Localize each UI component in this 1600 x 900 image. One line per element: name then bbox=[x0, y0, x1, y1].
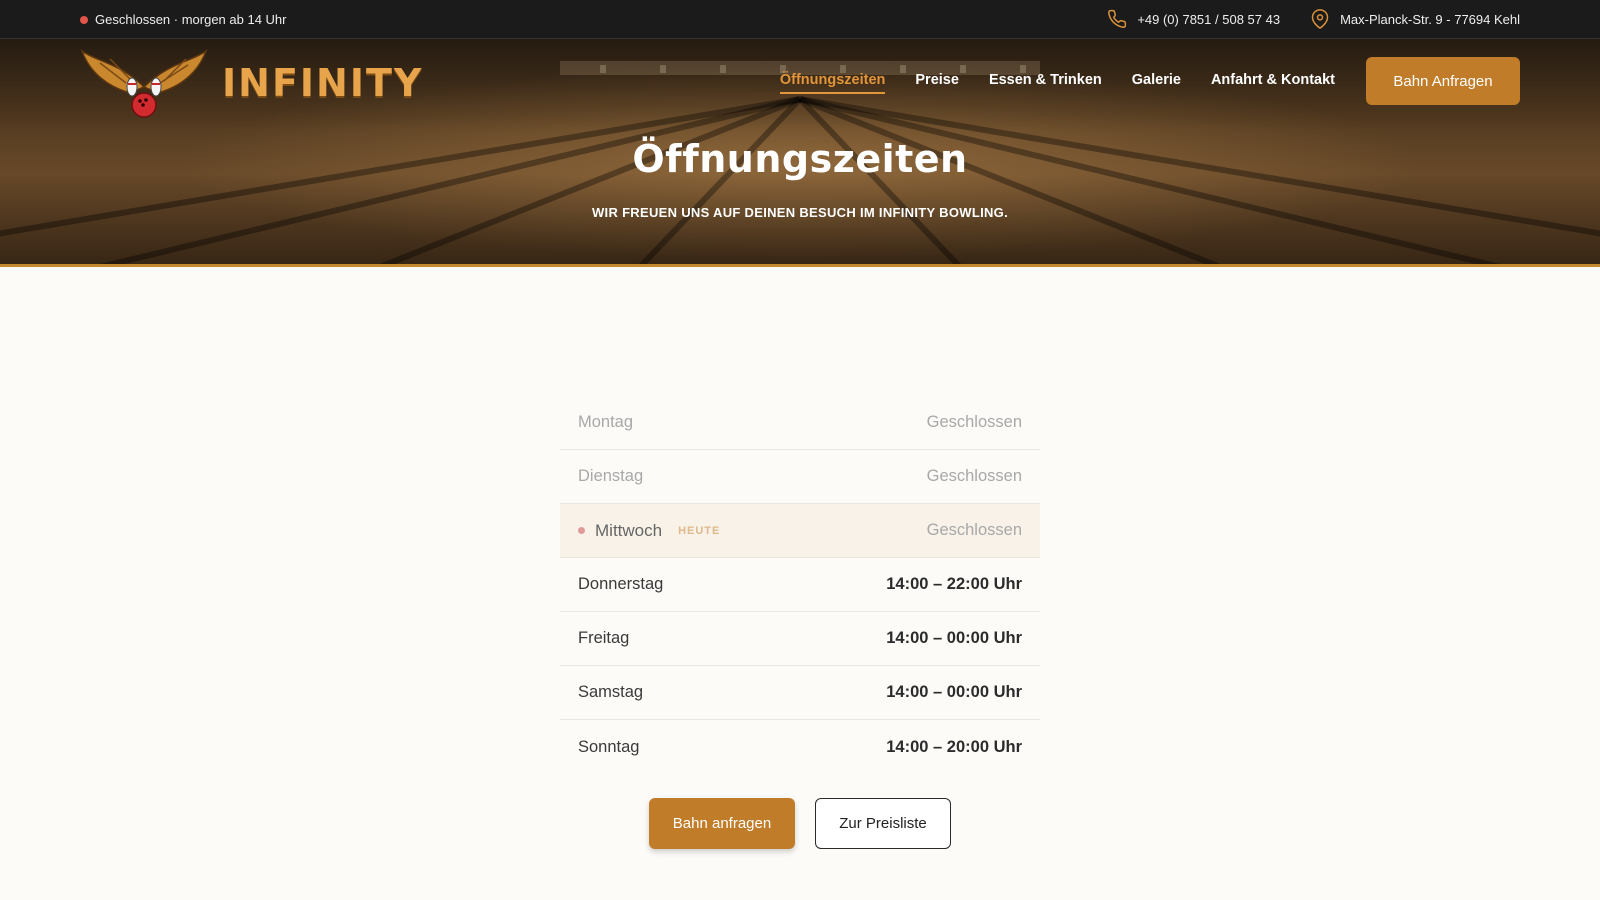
today-badge: HEUTE bbox=[678, 524, 721, 537]
day-label: Donnerstag bbox=[578, 575, 664, 593]
location-pin-icon bbox=[1310, 9, 1330, 29]
contact-info: +49 (0) 7851 / 508 57 43 Max-Planck-Str.… bbox=[1107, 9, 1520, 29]
opening-hours-table: Montag Geschlossen Dienstag Geschlossen … bbox=[560, 396, 1040, 774]
zur-preisliste-button[interactable]: Zur Preisliste bbox=[815, 798, 951, 849]
bowling-wings-logo-icon bbox=[80, 48, 208, 118]
day-label: Samstag bbox=[578, 683, 644, 701]
day-label: Sonntag bbox=[578, 737, 640, 756]
site-logo[interactable]: INFINITY bbox=[80, 43, 421, 121]
nav-item-preise[interactable]: Preise bbox=[915, 72, 959, 94]
address-text: Max-Planck-Str. 9 - 77694 Kehl bbox=[1340, 11, 1520, 27]
hours-value: Geschlossen bbox=[926, 467, 1022, 485]
nav-item-galerie[interactable]: Galerie bbox=[1132, 72, 1181, 94]
bahn-anfragen-button[interactable]: Bahn anfragen bbox=[649, 798, 795, 849]
phone-icon bbox=[1107, 9, 1127, 29]
page-title: Öffnungszeiten bbox=[632, 137, 968, 181]
status-dot-icon bbox=[80, 15, 88, 24]
hours-row-mittwoch-today: Mittwoch HEUTE Geschlossen bbox=[560, 504, 1040, 558]
address-link[interactable]: Max-Planck-Str. 9 - 77694 Kehl bbox=[1310, 9, 1520, 29]
nav-item-anfahrt-kontakt[interactable]: Anfahrt & Kontakt bbox=[1211, 72, 1335, 94]
hours-row-montag: Montag Geschlossen bbox=[560, 396, 1040, 450]
hours-value: 14:00 – 00:00 Uhr bbox=[886, 683, 1022, 701]
hero-banner: INFINITY Öffnungszeiten Preise Essen & T… bbox=[0, 39, 1600, 267]
hours-value: Geschlossen bbox=[926, 521, 1022, 539]
hours-row-dienstag: Dienstag Geschlossen bbox=[560, 450, 1040, 504]
main-navigation: Öffnungszeiten Preise Essen & Trinken Ga… bbox=[779, 72, 1335, 94]
logo-wordmark: INFINITY bbox=[222, 61, 424, 105]
hours-row-sonntag: Sonntag 14:00 – 20:00 Uhr bbox=[560, 720, 1040, 774]
hours-row-samstag: Samstag 14:00 – 00:00 Uhr bbox=[560, 666, 1040, 720]
open-status: Geschlossen · morgen ab 14 Uhr bbox=[80, 12, 286, 27]
phone-number: +49 (0) 7851 / 508 57 43 bbox=[1137, 11, 1281, 27]
hours-value: 14:00 – 20:00 Uhr bbox=[886, 737, 1022, 756]
page-subtitle: WIR FREUEN UNS AUF DEINEN BESUCH IM INFI… bbox=[591, 205, 1008, 220]
day-label-today: Mittwoch HEUTE bbox=[578, 521, 720, 541]
hours-value: 14:00 – 22:00 Uhr bbox=[886, 575, 1022, 593]
hours-value: Geschlossen bbox=[926, 413, 1022, 431]
day-label: Montag bbox=[578, 413, 634, 431]
day-label: Mittwoch bbox=[595, 520, 663, 540]
phone-link[interactable]: +49 (0) 7851 / 508 57 43 bbox=[1107, 9, 1280, 29]
hours-row-freitag: Freitag 14:00 – 00:00 Uhr bbox=[560, 612, 1040, 666]
hours-value: 14:00 – 00:00 Uhr bbox=[886, 629, 1022, 647]
nav-item-essen-trinken[interactable]: Essen & Trinken bbox=[989, 72, 1102, 94]
day-label: Dienstag bbox=[578, 467, 644, 485]
top-info-bar: Geschlossen · morgen ab 14 Uhr +49 (0) 7… bbox=[0, 0, 1600, 39]
hours-row-donnerstag: Donnerstag 14:00 – 22:00 Uhr bbox=[560, 558, 1040, 612]
nav-item-oeffnungszeiten[interactable]: Öffnungszeiten bbox=[779, 72, 886, 94]
bahn-anfragen-header-button[interactable]: Bahn Anfragen bbox=[1366, 57, 1520, 105]
status-text: Geschlossen · morgen ab 14 Uhr bbox=[95, 12, 287, 27]
day-label: Freitag bbox=[578, 629, 630, 647]
today-indicator-icon bbox=[578, 527, 585, 534]
